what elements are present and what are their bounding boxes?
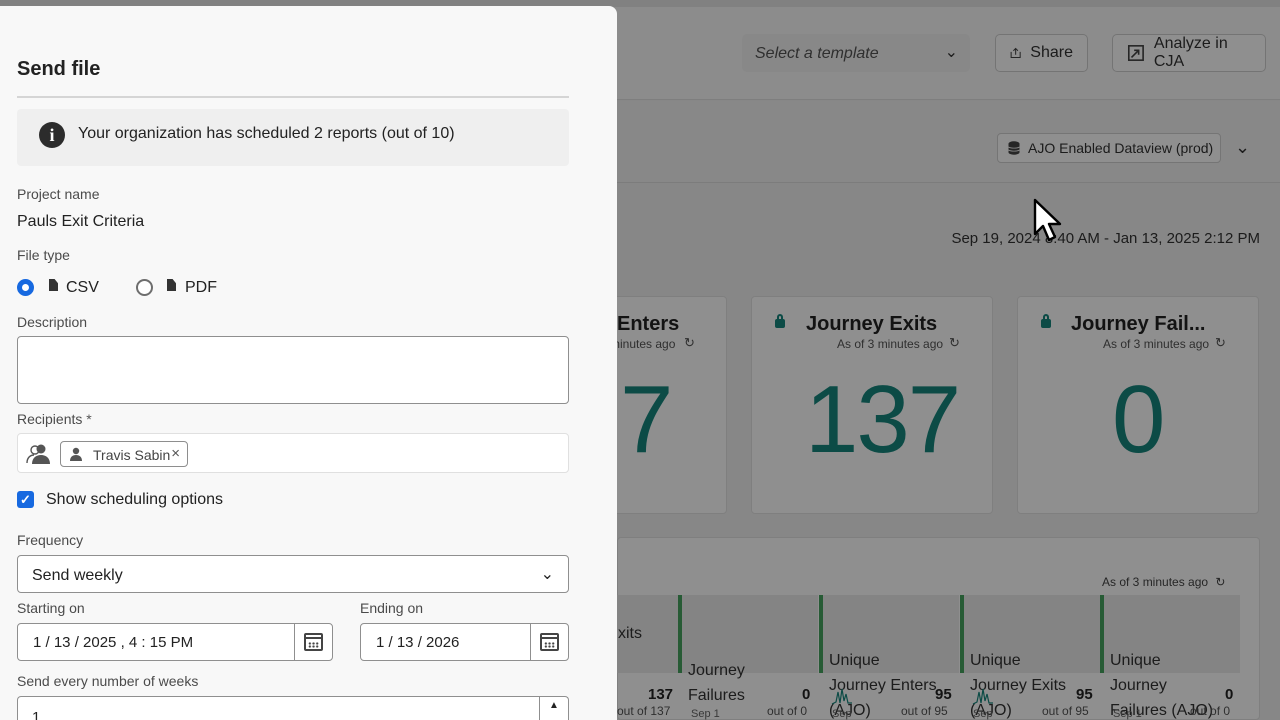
info-icon: i: [39, 122, 65, 148]
show-scheduling-label[interactable]: Show scheduling options: [46, 491, 223, 509]
frequency-select[interactable]: Send weekly ⌄: [17, 555, 569, 593]
recipients-label: Recipients *: [17, 411, 92, 427]
chevron-up-icon: ▲: [549, 700, 559, 711]
calendar-button[interactable]: [530, 624, 568, 660]
frequency-label: Frequency: [17, 532, 84, 548]
radio-csv[interactable]: [17, 279, 34, 296]
calendar-icon: [304, 633, 323, 651]
close-icon[interactable]: ×: [171, 445, 180, 462]
schedule-notice: i Your organization has scheduled 2 repo…: [17, 109, 569, 166]
file-icon: [167, 279, 176, 291]
starting-on-label: Starting on: [17, 600, 85, 616]
ending-on-label: Ending on: [360, 600, 424, 616]
calendar-button[interactable]: [294, 624, 332, 660]
recipient-name: Travis Sabin: [93, 447, 171, 463]
project-name-value: Pauls Exit Criteria: [17, 213, 145, 230]
starting-on-field[interactable]: 1 / 13 / 2025 , 4 : 15 PM: [17, 623, 333, 661]
file-icon: [49, 279, 58, 291]
recipient-tag[interactable]: Travis Sabin ×: [60, 441, 188, 467]
description-input[interactable]: [17, 336, 569, 404]
file-type-label: File type: [17, 247, 70, 263]
person-icon: [70, 447, 82, 461]
required-asterisk: *: [86, 411, 92, 427]
chevron-down-icon: ⌄: [540, 566, 554, 583]
weeks-value: 1: [32, 709, 41, 720]
description-label: Description: [17, 314, 88, 330]
drawer-title: Send file: [17, 58, 101, 80]
ending-on-value: 1 / 13 / 2026: [376, 634, 460, 651]
ending-on-field[interactable]: 1 / 13 / 2026: [360, 623, 569, 661]
users-icon[interactable]: [26, 443, 52, 465]
mouse-cursor-icon: [1033, 198, 1062, 242]
calendar-icon: [540, 633, 559, 651]
starting-on-value: 1 / 13 / 2025 , 4 : 15 PM: [33, 634, 194, 651]
title-divider: [17, 96, 569, 98]
frequency-value: Send weekly: [32, 567, 123, 584]
notice-text: Your organization has scheduled 2 report…: [78, 125, 455, 142]
radio-csv-label[interactable]: CSV: [66, 279, 99, 297]
increment-button[interactable]: ▲: [539, 697, 568, 720]
weeks-input[interactable]: 1 ▲: [17, 696, 569, 720]
project-name-label: Project name: [17, 186, 100, 202]
recipients-field[interactable]: Travis Sabin ×: [17, 433, 569, 473]
show-scheduling-checkbox[interactable]: ✓: [17, 491, 34, 508]
weeks-label: Send every number of weeks: [17, 673, 199, 689]
send-file-drawer: Send file i Your organization has schedu…: [0, 6, 617, 720]
radio-pdf[interactable]: [136, 279, 153, 296]
radio-pdf-label[interactable]: PDF: [185, 279, 217, 297]
